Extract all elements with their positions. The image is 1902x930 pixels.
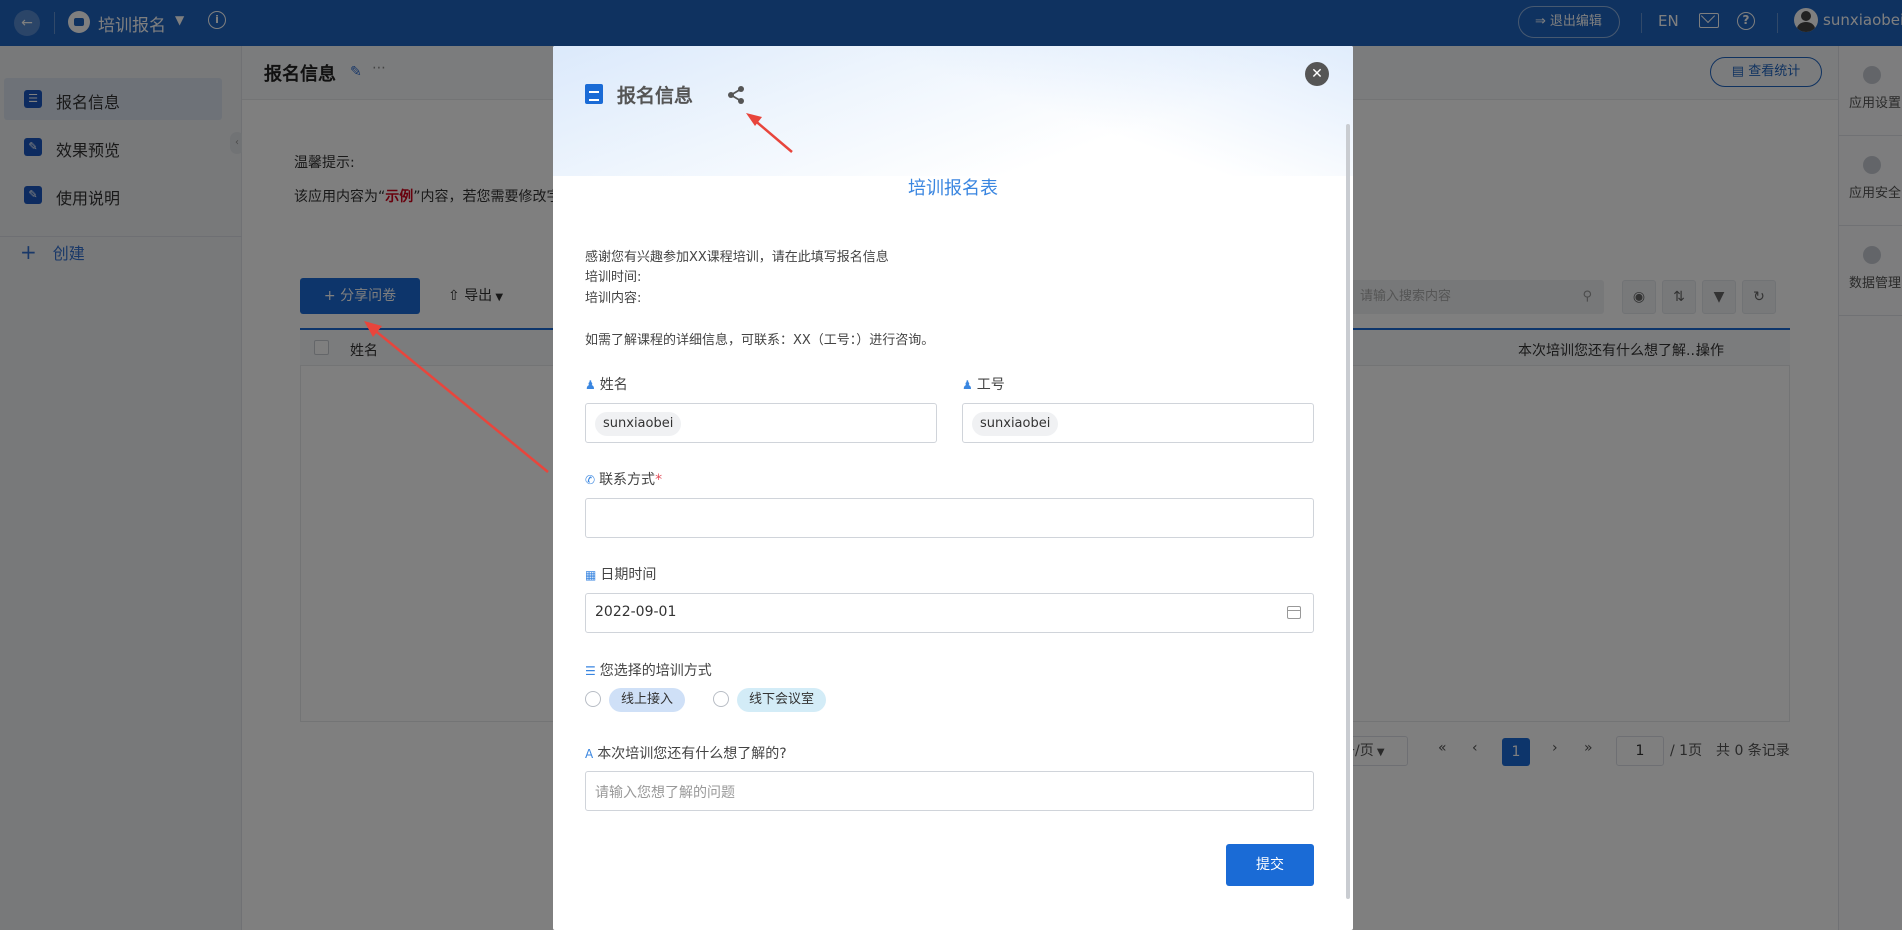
annotation-arrow-share <box>751 117 793 153</box>
annotation-arrow-button <box>371 327 549 473</box>
annotation-arrows <box>364 113 793 473</box>
